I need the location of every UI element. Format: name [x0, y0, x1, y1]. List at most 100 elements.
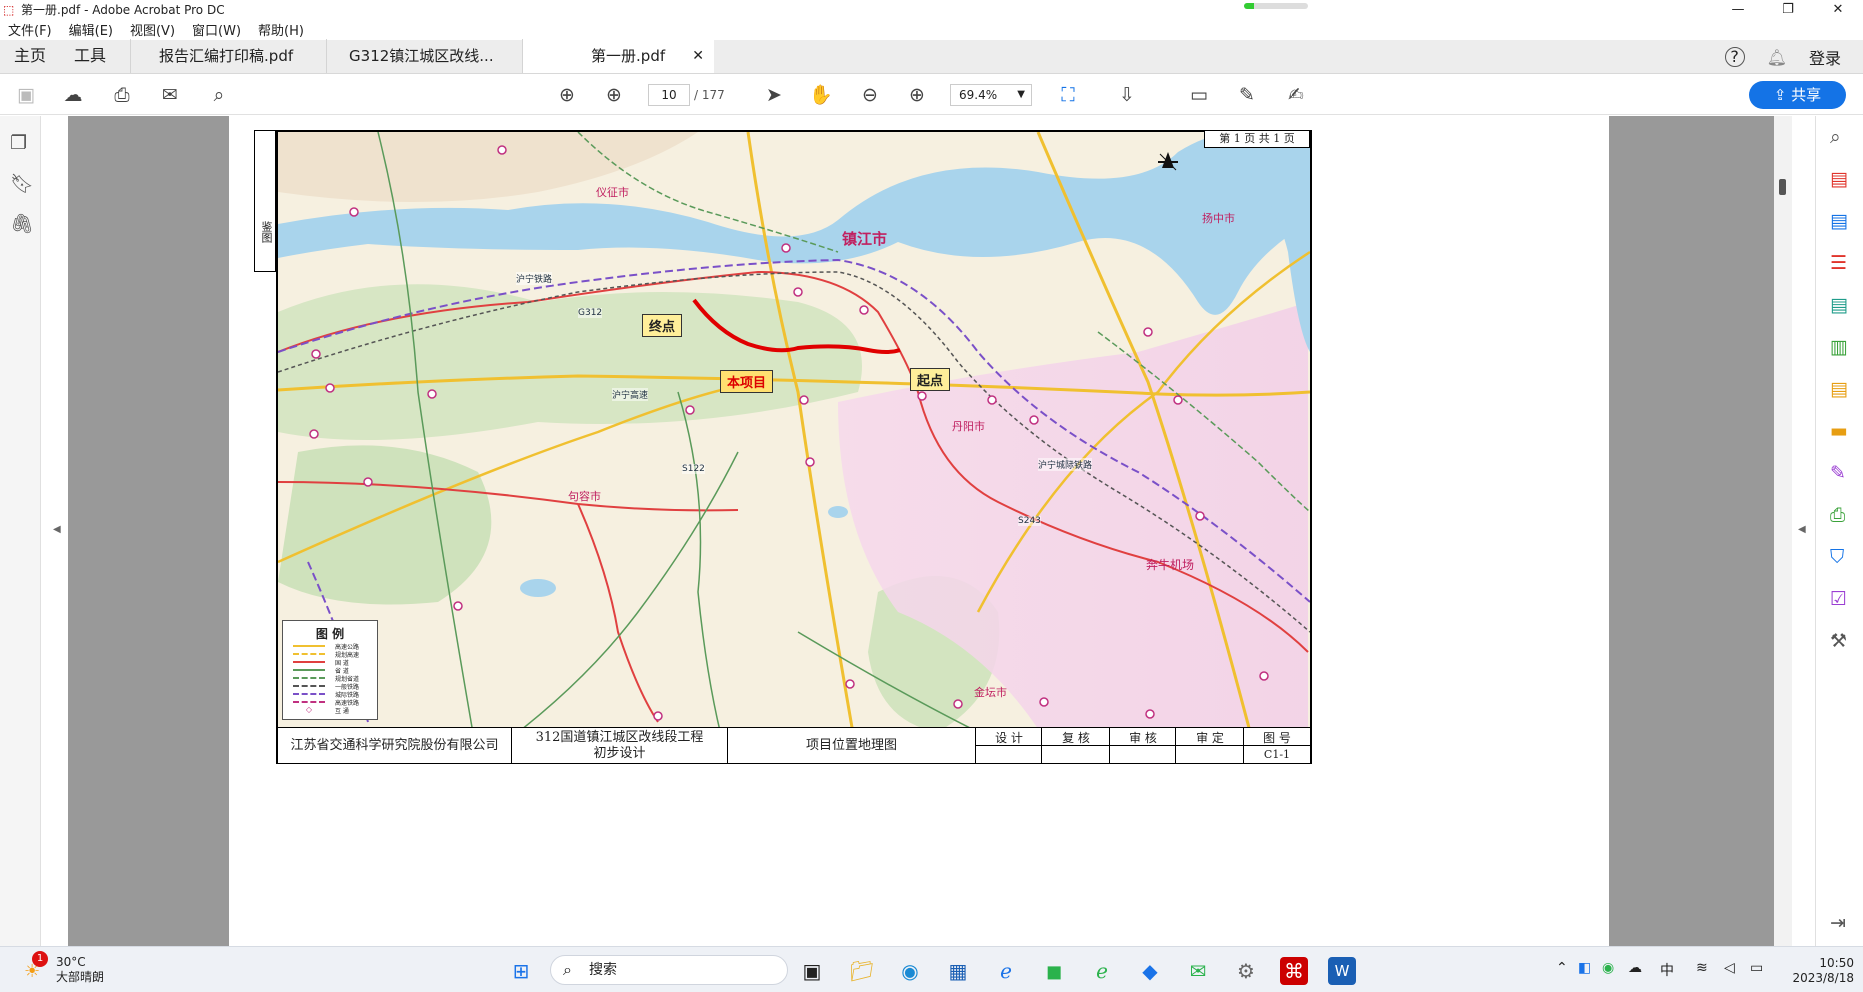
ime-indicator[interactable]: 中: [1660, 960, 1674, 980]
taskbar: ☀ 1 30°C 大部晴朗 ⊞ ⌕ 搜索 ▣ 📁︎ ◉ ▦ ℯ ◼ ℯ ◆ ✉ ⚙…: [0, 946, 1863, 992]
prev-page-icon[interactable]: ⊕: [554, 83, 580, 107]
scroll-thumb[interactable]: [1779, 179, 1786, 195]
edit-pdf-icon[interactable]: ▥: [1830, 336, 1848, 358]
protect-icon[interactable]: ⛉: [1830, 546, 1844, 568]
bookmark-icon[interactable]: 🔖︎: [10, 172, 34, 195]
weather-badge: 1: [32, 951, 48, 967]
help-icon[interactable]: ?: [1724, 47, 1745, 67]
project-name-line2: 初步设计: [593, 746, 646, 761]
create-pdf-icon[interactable]: ▤: [1830, 168, 1848, 190]
speaker-icon[interactable]: ◁: [1724, 960, 1735, 976]
zoom-out-icon[interactable]: ⊖: [857, 83, 883, 107]
fit-page-icon[interactable]: ⛶: [1055, 83, 1081, 107]
tab-doc-report[interactable]: 报告汇编打印稿.pdf: [130, 39, 326, 73]
zoom-select[interactable]: 69.4% ▼: [950, 84, 1032, 106]
acrobat-taskbar-icon[interactable]: ⌘: [1280, 957, 1308, 985]
sign-icon[interactable]: ✍: [1283, 83, 1309, 107]
windows-start-icon[interactable]: ⊞: [507, 957, 535, 985]
more-tools-icon[interactable]: ⚒: [1830, 630, 1847, 652]
combine-files-icon[interactable]: ▤: [1830, 294, 1848, 316]
save-icon[interactable]: ▣: [13, 83, 39, 107]
lake: [828, 506, 848, 518]
tray-sync-icon[interactable]: ◉: [1602, 960, 1614, 976]
chevron-down-icon: ▼: [1017, 89, 1025, 100]
collapse-right-icon[interactable]: ◀: [1798, 524, 1806, 535]
title-block: 江苏省交通科学研究院股份有限公司 312国道镇江城区改线段工程 初步设计 项目位…: [278, 727, 1310, 764]
airport-label: 奔牛机场: [1146, 558, 1195, 572]
project-name: 312国道镇江城区改线段工程 初步设计: [512, 728, 728, 764]
chevron-up-icon[interactable]: ⌃: [1556, 960, 1568, 976]
tab-bar: 主页 工具 报告汇编打印稿.pdf G312镇江城区改线... 第一册.pdf ✕…: [0, 39, 1863, 74]
city-yangzhong: 扬中市: [1202, 212, 1235, 225]
menu-view[interactable]: 视图(V): [130, 20, 175, 39]
tab-home[interactable]: 主页: [0, 39, 60, 73]
tab-label: G312镇江城区改线...: [349, 47, 494, 65]
collapse-left-icon[interactable]: ◀: [53, 524, 61, 535]
taskbar-search[interactable]: ⌕ 搜索: [550, 955, 788, 985]
fill-sign-icon[interactable]: ✎: [1830, 462, 1846, 484]
comment-tool-icon[interactable]: ▬: [1830, 420, 1848, 442]
next-page-icon[interactable]: ⊕: [601, 83, 627, 107]
mail-icon[interactable]: ✉: [157, 83, 183, 107]
menu-help[interactable]: 帮助(H): [258, 20, 304, 39]
expand-panel-icon[interactable]: ⇥: [1830, 912, 1846, 934]
word-icon[interactable]: W: [1328, 957, 1356, 985]
menu-file[interactable]: 文件(F): [8, 20, 52, 39]
edge-icon[interactable]: ◉: [896, 957, 924, 985]
prepare-form-icon[interactable]: ☑: [1830, 588, 1847, 610]
clock[interactable]: 10:50 2023/8/18: [1782, 956, 1854, 986]
find-icon[interactable]: ⌕: [206, 83, 232, 107]
store-icon[interactable]: ▦: [944, 957, 972, 985]
search-icon[interactable]: ⌕: [1830, 126, 1841, 148]
battery-icon[interactable]: ▭: [1750, 960, 1763, 976]
task-view-icon[interactable]: ▣: [798, 957, 826, 985]
weather-text: 大部晴朗: [56, 970, 105, 984]
vertical-scrollbar[interactable]: [1774, 116, 1792, 946]
comment-icon[interactable]: ▭: [1186, 83, 1212, 107]
wifi-icon[interactable]: ≋: [1696, 960, 1708, 976]
tab-tools[interactable]: 工具: [60, 39, 120, 73]
title-bar: ⬚ 第一册.pdf - Adobe Acrobat Pro DC — ❐ ✕: [0, 0, 1863, 19]
zoom-in-icon[interactable]: ⊕: [904, 83, 930, 107]
tab-doc-current[interactable]: 第一册.pdf ✕: [522, 39, 715, 73]
chat-app-icon[interactable]: ◼: [1040, 957, 1068, 985]
close-tab-icon[interactable]: ✕: [692, 39, 704, 73]
export-pdf-icon[interactable]: ▤: [1830, 210, 1848, 232]
window-title: 第一册.pdf - Adobe Acrobat Pro DC: [21, 3, 225, 17]
review-label: 复 核: [1062, 731, 1090, 745]
ie-icon[interactable]: ℯ: [992, 957, 1020, 985]
tray-cloud-icon[interactable]: ☁: [1628, 960, 1642, 976]
bell-icon[interactable]: 🔔︎: [1767, 48, 1787, 67]
export-icon[interactable]: ▤: [1830, 378, 1848, 400]
tray-app-icon[interactable]: ◧: [1578, 960, 1591, 976]
close-window-button[interactable]: ✕: [1813, 0, 1863, 19]
share-button[interactable]: ⇪ 共享: [1749, 81, 1846, 109]
attachment-icon[interactable]: 🖇︎: [10, 212, 34, 235]
tab-doc-g312[interactable]: G312镇江城区改线...: [326, 39, 522, 73]
drawing-side-tab: 鉴图: [254, 130, 276, 272]
print-production-icon[interactable]: ⎙: [1830, 504, 1845, 526]
settings-icon[interactable]: ⚙: [1232, 957, 1260, 985]
map-drawing: [278, 132, 1310, 762]
road-label: 沪宁铁路: [516, 272, 553, 285]
scroll-mode-icon[interactable]: ⇩: [1114, 83, 1140, 107]
login-link[interactable]: 登录: [1809, 45, 1841, 69]
weather-widget[interactable]: 30°C 大部晴朗: [56, 955, 104, 985]
page-number-input[interactable]: 10: [648, 84, 690, 106]
city-jintan: 金坛市: [974, 686, 1007, 699]
highlight-pen-icon[interactable]: ✎: [1234, 83, 1260, 107]
file-explorer-icon[interactable]: 📁︎: [848, 957, 876, 985]
pages-thumbnail-icon[interactable]: ❐: [10, 132, 27, 154]
menu-window[interactable]: 窗口(W): [192, 20, 241, 39]
upload-icon[interactable]: ☁: [60, 83, 86, 107]
wechat-icon[interactable]: ✉: [1184, 957, 1212, 985]
hand-tool-icon[interactable]: ✋: [808, 83, 834, 107]
menu-edit[interactable]: 编辑(E): [69, 20, 113, 39]
organize-pages-icon[interactable]: ☰: [1830, 252, 1847, 274]
print-icon[interactable]: ⎙: [109, 83, 135, 107]
select-cursor-icon[interactable]: ➤: [761, 83, 787, 107]
feishu-icon[interactable]: ◆: [1136, 957, 1164, 985]
minimize-button[interactable]: —: [1713, 0, 1763, 19]
browser-icon[interactable]: ℯ: [1088, 957, 1116, 985]
maximize-button[interactable]: ❐: [1763, 0, 1813, 19]
